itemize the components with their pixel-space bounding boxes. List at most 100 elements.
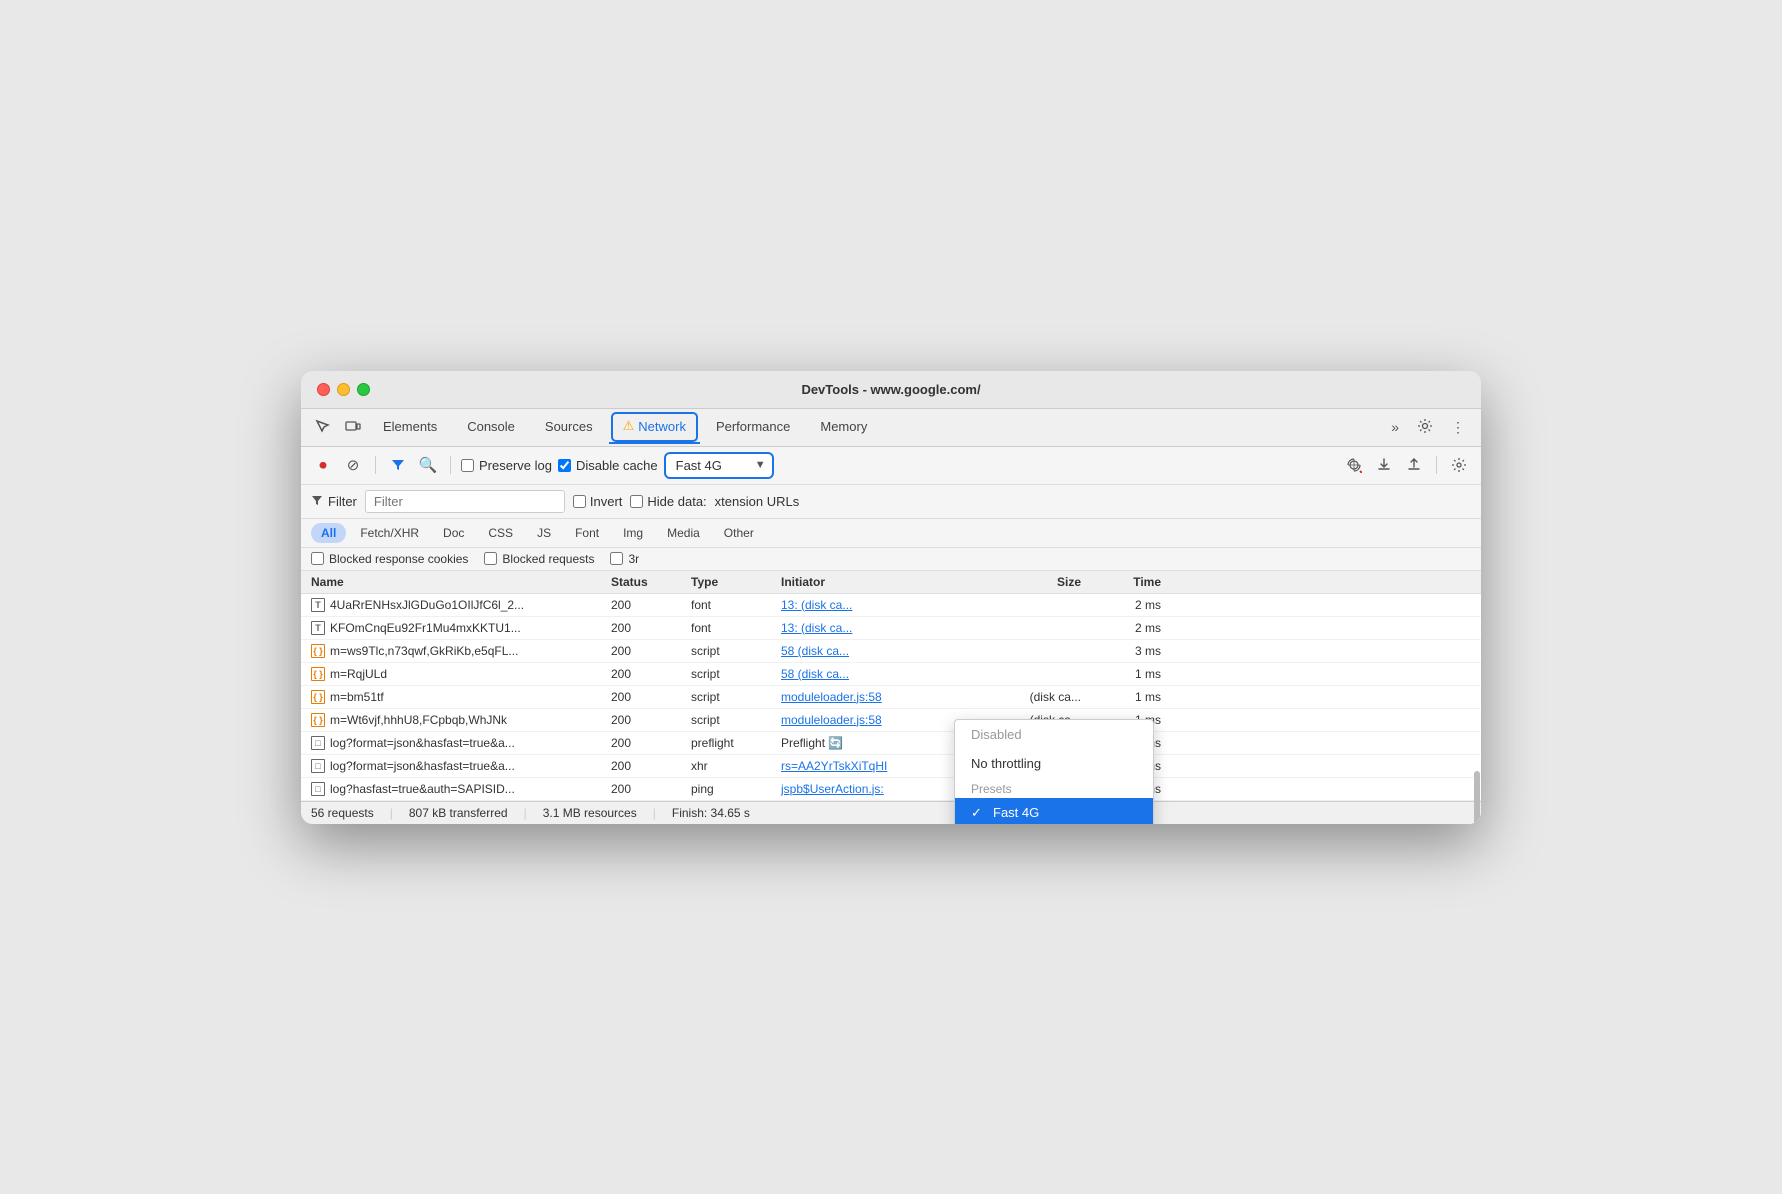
- blocked-cookies-label: Blocked response cookies: [329, 552, 468, 566]
- row-time: 2 ms: [1081, 598, 1161, 612]
- tab-performance[interactable]: Performance: [702, 409, 804, 446]
- row-initiator-text: Preflight: [781, 736, 825, 750]
- row-initiator-link[interactable]: 58 (disk ca...: [781, 667, 849, 681]
- traffic-lights: [317, 383, 370, 396]
- filter-icon-button[interactable]: [386, 453, 410, 477]
- table-row[interactable]: T 4UaRrENHsxJlGDuGo1OIlJfC6l_2... 200 fo…: [301, 594, 1481, 617]
- doc-type-icon: □: [311, 736, 325, 750]
- row-name-text: log?hasfast=true&auth=SAPISID...: [330, 782, 515, 796]
- table-row[interactable]: { } m=RqjULd 200 script 58 (disk ca... 1…: [301, 663, 1481, 686]
- type-filter-font[interactable]: Font: [565, 523, 609, 543]
- filter-funnel-icon: [311, 495, 323, 507]
- export-button[interactable]: [1402, 453, 1426, 477]
- close-button[interactable]: [317, 383, 330, 396]
- third-label: 3r: [628, 552, 639, 566]
- tab-sources[interactable]: Sources: [531, 409, 607, 446]
- col-header-size: Size: [1001, 575, 1081, 589]
- table-body: T 4UaRrENHsxJlGDuGo1OIlJfC6l_2... 200 fo…: [301, 594, 1481, 801]
- dropdown-item-disabled: Disabled: [955, 720, 1153, 749]
- col-header-status: Status: [611, 575, 691, 589]
- blocked-requests-item: Blocked requests: [484, 552, 594, 566]
- tab-elements[interactable]: Elements: [369, 409, 451, 446]
- device-toggle-button[interactable]: [339, 411, 367, 443]
- row-name-text: m=ws9Tlc,n73qwf,GkRiKb,e5qFL...: [330, 644, 518, 658]
- third-party-checkbox[interactable]: [610, 552, 623, 565]
- table-scrollbar[interactable]: [1473, 571, 1481, 801]
- more-options-icon[interactable]: ⋮: [1443, 411, 1473, 444]
- row-status: 200: [611, 713, 691, 727]
- row-initiator-link[interactable]: moduleloader.js:58: [781, 713, 882, 727]
- hide-data-checkbox-label[interactable]: Hide data:: [630, 494, 706, 509]
- row-name-cell: { } m=ws9Tlc,n73qwf,GkRiKb,e5qFL...: [311, 644, 611, 658]
- font-type-icon: T: [311, 621, 325, 635]
- tab-network-label: Network: [638, 419, 686, 434]
- toolbar-divider-2: [450, 456, 451, 474]
- network-settings-button[interactable]: [1447, 453, 1471, 477]
- more-tabs-button[interactable]: »: [1383, 411, 1407, 443]
- row-status: 200: [611, 690, 691, 704]
- filter-input[interactable]: [365, 490, 565, 513]
- type-filter-css[interactable]: CSS: [478, 523, 523, 543]
- col-header-time: Time: [1081, 575, 1161, 589]
- dropdown-item-no-throttling[interactable]: No throttling: [955, 749, 1153, 778]
- row-name-text: KFOmCnqEu92Fr1Mu4mxKKTU1...: [330, 621, 521, 635]
- type-filter-other[interactable]: Other: [714, 523, 764, 543]
- type-filter-all[interactable]: All: [311, 523, 346, 543]
- row-name-cell: { } m=RqjULd: [311, 667, 611, 681]
- table-row[interactable]: { } m=ws9Tlc,n73qwf,GkRiKb,e5qFL... 200 …: [301, 640, 1481, 663]
- preserve-log-checkbox[interactable]: [461, 459, 474, 472]
- script-type-icon: { }: [311, 644, 325, 658]
- third-party-item: 3r: [610, 552, 639, 566]
- disable-cache-label[interactable]: Disable cache: [558, 458, 658, 473]
- settings-icon[interactable]: [1409, 410, 1441, 445]
- tab-console[interactable]: Console: [453, 409, 529, 446]
- disable-cache-checkbox[interactable]: [558, 459, 571, 472]
- devtools-window: DevTools - www.google.com/ Elements Cons…: [301, 371, 1481, 824]
- type-filter-fetch-xhr[interactable]: Fetch/XHR: [350, 523, 429, 543]
- throttle-select[interactable]: Fast 4G: [664, 452, 774, 479]
- clear-button[interactable]: ⊘: [341, 453, 365, 477]
- online-icon[interactable]: [1342, 453, 1366, 477]
- status-finish: Finish: 34.65 s: [672, 806, 750, 820]
- type-filters-bar: All Fetch/XHR Doc CSS JS Font Img Media …: [301, 519, 1481, 548]
- row-name-text: m=Wt6vjf,hhhU8,FCpbqb,WhJNk: [330, 713, 507, 727]
- record-button[interactable]: ⏺: [311, 453, 335, 477]
- row-status: 200: [611, 598, 691, 612]
- row-initiator-link[interactable]: 13: (disk ca...: [781, 621, 852, 635]
- type-filter-js[interactable]: JS: [527, 523, 561, 543]
- row-name-text: m=RqjULd: [330, 667, 387, 681]
- table-row[interactable]: { } m=Wt6vjf,hhhU8,FCpbqb,WhJNk 200 scri…: [301, 709, 1481, 732]
- type-filter-img[interactable]: Img: [613, 523, 653, 543]
- row-initiator-link[interactable]: 13: (disk ca...: [781, 598, 852, 612]
- network-table: Name Status Type Initiator Size Time T 4…: [301, 571, 1481, 801]
- preserve-log-label[interactable]: Preserve log: [461, 458, 552, 473]
- dropdown-item-fast-4g[interactable]: ✓ Fast 4G: [955, 798, 1153, 824]
- row-initiator-link[interactable]: 58 (disk ca...: [781, 644, 849, 658]
- toolbar: ⏺ ⊘ 🔍 Preserve log Disable cache Fast 4G…: [301, 447, 1481, 485]
- maximize-button[interactable]: [357, 383, 370, 396]
- table-row[interactable]: □ log?format=json&hasfast=true&a... 200 …: [301, 732, 1481, 755]
- type-filter-media[interactable]: Media: [657, 523, 710, 543]
- table-row[interactable]: T KFOmCnqEu92Fr1Mu4mxKKTU1... 200 font 1…: [301, 617, 1481, 640]
- checkmark-icon: ✓: [971, 805, 985, 821]
- tab-memory[interactable]: Memory: [806, 409, 881, 446]
- row-initiator-link[interactable]: rs=AA2YrTskXiTqHI: [781, 759, 887, 773]
- row-initiator-link[interactable]: jspb$UserAction.js:: [781, 782, 884, 796]
- row-type: font: [691, 598, 781, 612]
- invert-checkbox[interactable]: [573, 495, 586, 508]
- table-row[interactable]: { } m=bm51tf 200 script moduleloader.js:…: [301, 686, 1481, 709]
- tab-network[interactable]: ⚠ Network: [609, 410, 700, 444]
- blocked-cookies-checkbox[interactable]: [311, 552, 324, 565]
- table-row[interactable]: □ log?hasfast=true&auth=SAPISID... 200 p…: [301, 778, 1481, 801]
- table-row[interactable]: □ log?format=json&hasfast=true&a... 200 …: [301, 755, 1481, 778]
- hide-data-checkbox[interactable]: [630, 495, 643, 508]
- search-button[interactable]: 🔍: [416, 453, 440, 477]
- row-status: 200: [611, 621, 691, 635]
- minimize-button[interactable]: [337, 383, 350, 396]
- invert-checkbox-label[interactable]: Invert: [573, 494, 623, 509]
- import-button[interactable]: [1372, 453, 1396, 477]
- type-filter-doc[interactable]: Doc: [433, 523, 474, 543]
- inspect-icon-button[interactable]: [309, 411, 337, 443]
- blocked-requests-checkbox[interactable]: [484, 552, 497, 565]
- row-initiator-link[interactable]: moduleloader.js:58: [781, 690, 882, 704]
